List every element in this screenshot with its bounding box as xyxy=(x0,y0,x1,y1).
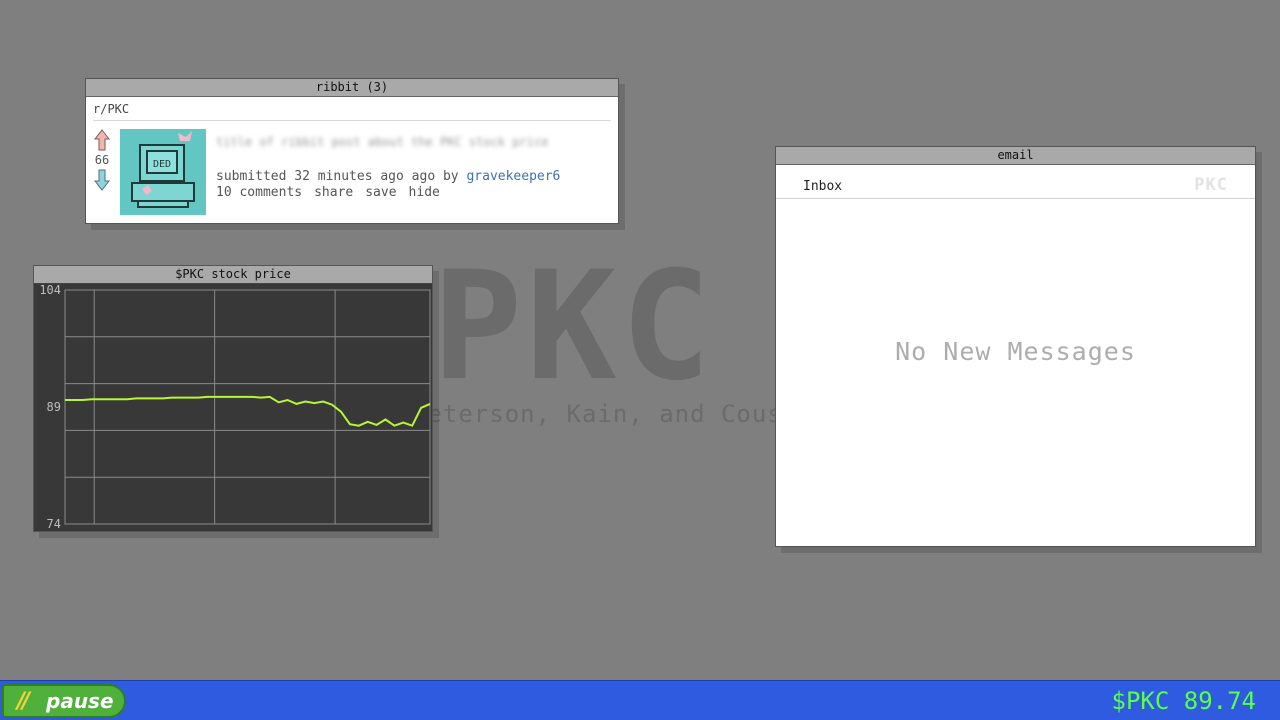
wallpaper-tagline: Peterson, Kain, and Cousins xyxy=(412,400,830,428)
pause-label: pause xyxy=(46,689,114,713)
post-title-link[interactable]: title of ribbit post about the PKC stock… xyxy=(216,135,548,149)
pause-button[interactable]: // pause xyxy=(2,684,126,718)
stock-titlebar[interactable]: $PKC stock price xyxy=(34,266,432,284)
post-score: 66 xyxy=(94,153,110,167)
inbox-tab[interactable]: Inbox xyxy=(803,179,842,194)
y-tick-label: 74 xyxy=(47,517,61,530)
upvote-arrow-icon[interactable] xyxy=(94,129,110,151)
stock-window: $PKC stock price 104 89 74 xyxy=(33,265,433,532)
post-meta: submitted 32 minutes ago ago by gravekee… xyxy=(216,169,560,184)
wallpaper-logo: PKC xyxy=(432,240,715,414)
price-series-line xyxy=(65,395,431,427)
chart-plot-frame xyxy=(64,289,431,525)
subreddit-label[interactable]: r/PKC xyxy=(93,102,611,121)
email-logo: PKC xyxy=(1194,175,1228,195)
ribbit-post: 66 DED title of ribbit post about the PK… xyxy=(86,121,618,217)
email-header: Inbox PKC xyxy=(776,165,1255,199)
y-tick-label: 104 xyxy=(39,284,61,297)
thumbnail-caption: DED xyxy=(153,159,171,170)
downvote-arrow-icon[interactable] xyxy=(94,169,110,191)
save-link[interactable]: save xyxy=(365,185,396,200)
comments-link[interactable]: 10 comments xyxy=(216,185,302,200)
ribbit-titlebar[interactable]: ribbit (3) xyxy=(86,79,618,97)
pause-icon: // xyxy=(17,689,30,714)
post-meta-text: submitted 32 minutes ago ago by xyxy=(216,169,459,184)
y-tick-label: 89 xyxy=(47,400,61,414)
stock-chart: 104 89 74 xyxy=(39,284,431,530)
taskbar: // pause $PKC 89.74 xyxy=(0,680,1280,720)
post-thumbnail[interactable]: DED xyxy=(120,129,206,215)
post-actions: 10 comments share save hide xyxy=(216,185,452,200)
post-author-link[interactable]: gravekeeper6 xyxy=(466,169,560,184)
email-titlebar[interactable]: email xyxy=(776,147,1255,165)
computer-thumbnail-icon: DED xyxy=(120,129,206,215)
empty-inbox-message: No New Messages xyxy=(895,337,1136,366)
ribbit-window: ribbit (3) r/PKC 66 DED title of ribbit … xyxy=(85,78,619,224)
hide-link[interactable]: hide xyxy=(409,185,440,200)
vote-column: 66 xyxy=(92,129,112,191)
email-window: email Inbox PKC No New Messages xyxy=(775,146,1256,547)
share-link[interactable]: share xyxy=(314,185,353,200)
stock-ticker: $PKC 89.74 xyxy=(1111,687,1257,715)
